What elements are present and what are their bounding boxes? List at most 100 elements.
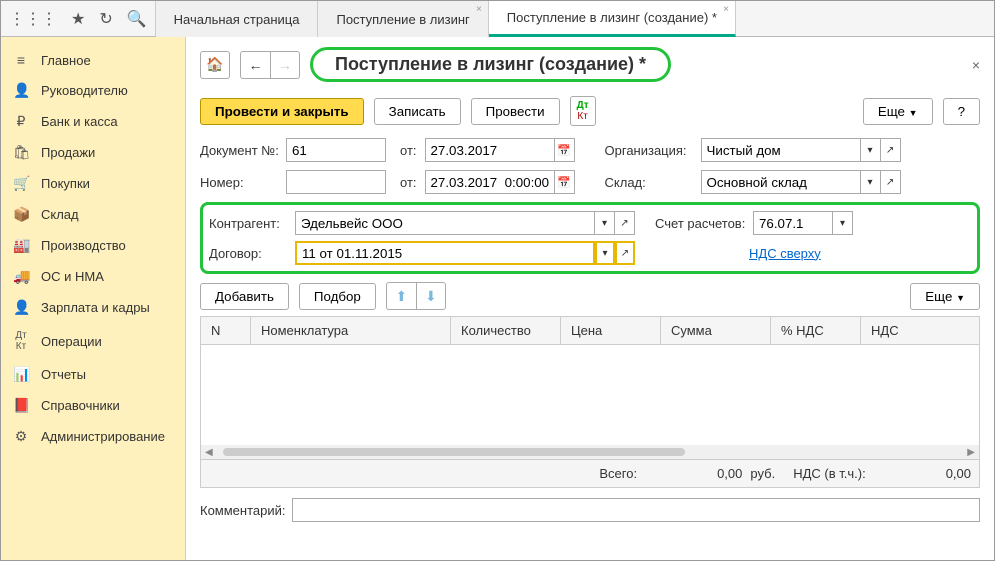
chevron-down-icon[interactable]: ▾ [833, 211, 853, 235]
open-icon[interactable]: ↗ [615, 211, 635, 235]
sidebar-item-label: Производство [41, 238, 126, 253]
forward-button[interactable]: → [270, 51, 300, 79]
more-label: Еще [878, 104, 905, 119]
close-icon[interactable]: × [476, 4, 482, 15]
search-icon[interactable]: 🔍 [127, 9, 147, 29]
contract-input[interactable] [295, 241, 595, 265]
warehouse-input[interactable] [701, 170, 861, 194]
sidebar-item-sales[interactable]: 🛍Продажи [1, 137, 185, 168]
chevron-down-icon[interactable]: ▾ [861, 138, 881, 162]
sidebar-item-label: Зарплата и кадры [41, 300, 150, 315]
tabs: Начальная страница Поступление в лизинг ×… [156, 1, 736, 36]
counterparty-input[interactable] [295, 211, 595, 235]
chevron-down-icon: ▼ [956, 293, 965, 303]
add-row-button[interactable]: Добавить [200, 283, 289, 310]
scroll-left-icon[interactable]: ◀ [205, 447, 213, 458]
currency-label: руб. [750, 466, 775, 481]
tab-leasing-list[interactable]: Поступление в лизинг × [318, 1, 488, 37]
open-icon[interactable]: ↗ [615, 241, 635, 265]
apps-icon[interactable]: ⋮⋮⋮ [9, 9, 57, 29]
table-more-button[interactable]: Еще ▼ [910, 283, 980, 310]
help-button[interactable]: ? [943, 98, 980, 125]
dtk-icon: ДтКт [13, 330, 29, 352]
move-up-button[interactable]: ⬆ [386, 282, 416, 310]
open-icon[interactable]: ↗ [881, 138, 901, 162]
from-label: от: [400, 143, 417, 158]
tab-label: Поступление в лизинг (создание) * [507, 10, 717, 25]
close-icon[interactable]: × [972, 57, 980, 73]
move-down-button[interactable]: ⬇ [416, 282, 446, 310]
scroll-right-icon[interactable]: ▶ [967, 447, 975, 458]
home-button[interactable]: 🏠 [200, 51, 230, 79]
tab-home[interactable]: Начальная страница [156, 1, 319, 37]
pick-button[interactable]: Подбор [299, 283, 376, 310]
bag-icon: 🛍 [13, 144, 29, 161]
back-button[interactable]: ← [240, 51, 270, 79]
more-label: Еще [925, 289, 952, 304]
sidebar-item-hr[interactable]: 👤Зарплата и кадры [1, 292, 185, 323]
sidebar-item-production[interactable]: 🏭 Производство [1, 230, 185, 261]
close-icon[interactable]: × [723, 4, 729, 15]
sidebar-item-reports[interactable]: 📊Отчеты [1, 359, 185, 390]
document-form: 🏠 ← → Поступление в лизинг (создание) * … [186, 37, 994, 560]
tab-leasing-create[interactable]: Поступление в лизинг (создание) * × [489, 1, 736, 37]
post-and-close-button[interactable]: Провести и закрыть [200, 98, 364, 125]
chevron-down-icon[interactable]: ▾ [595, 211, 615, 235]
sidebar-item-manager[interactable]: 👤Руководителю [1, 75, 185, 106]
chevron-down-icon[interactable]: ▾ [861, 170, 881, 194]
col-price: Цена [561, 317, 661, 344]
topbar: ⋮⋮⋮ ★ ↻ 🔍 Начальная страница Поступление… [1, 1, 994, 37]
star-icon[interactable]: ★ [71, 9, 85, 29]
horizontal-scrollbar[interactable]: ◀ ▶ [201, 445, 979, 459]
sidebar-item-label: Склад [41, 207, 79, 222]
vat-mode-link[interactable]: НДС сверху [749, 246, 821, 261]
org-input[interactable] [701, 138, 861, 162]
book-icon: 📕 [13, 397, 29, 414]
total-value: 0,00 [717, 466, 742, 481]
sidebar-item-bank[interactable]: ₽Банк и касса [1, 106, 185, 137]
number-input[interactable] [286, 170, 386, 194]
sidebar-item-label: Покупки [41, 176, 90, 191]
doc-num-input[interactable] [286, 138, 386, 162]
account-input[interactable] [753, 211, 833, 235]
sidebar-item-catalogs[interactable]: 📕Справочники [1, 390, 185, 421]
col-nomenclature: Номенклатура [251, 317, 451, 344]
sidebar-item-label: Администрирование [41, 429, 165, 444]
menu-icon: ≡ [13, 52, 29, 68]
calendar-icon[interactable] [555, 170, 575, 194]
sidebar-item-admin[interactable]: ⚙Администрирование [1, 421, 185, 452]
sidebar-item-label: ОС и НМА [41, 269, 104, 284]
col-sum: Сумма [661, 317, 771, 344]
chevron-down-icon[interactable]: ▾ [595, 241, 615, 265]
write-button[interactable]: Записать [374, 98, 461, 125]
box-icon: 📦 [13, 206, 29, 223]
scrollbar-thumb[interactable] [223, 448, 685, 456]
totals-row: Всего: 0,00 руб. НДС (в т.ч.): 0,00 [201, 459, 979, 487]
dt-kt-button[interactable]: ДтКт [570, 96, 596, 126]
contract-label: Договор: [209, 246, 289, 261]
post-button[interactable]: Провести [471, 98, 560, 125]
sidebar-item-purchases[interactable]: 🛒 Покупки [1, 168, 185, 199]
more-button[interactable]: Еще ▼ [863, 98, 933, 125]
truck-icon: 🚚 [13, 268, 29, 285]
calendar-icon[interactable] [555, 138, 575, 162]
from-label-2: от: [400, 175, 417, 190]
open-icon[interactable]: ↗ [881, 170, 901, 194]
history-icon[interactable]: ↻ [99, 9, 112, 29]
ruble-icon: ₽ [13, 113, 29, 130]
topbar-quick-icons: ⋮⋮⋮ ★ ↻ 🔍 [1, 1, 156, 36]
tab-label: Поступление в лизинг [336, 12, 469, 27]
total-label: Всего: [599, 466, 637, 481]
date-input[interactable] [425, 138, 555, 162]
sidebar-item-operations[interactable]: ДтКтОперации [1, 323, 185, 359]
comment-input[interactable] [292, 498, 981, 522]
sidebar-item-main[interactable]: ≡Главное [1, 45, 185, 75]
factory-icon: 🏭 [13, 237, 29, 254]
org-label: Организация: [605, 143, 695, 158]
cart-icon: 🛒 [13, 175, 29, 192]
sidebar-item-warehouse[interactable]: 📦 Склад [1, 199, 185, 230]
account-label: Счет расчетов: [655, 216, 747, 231]
table-body[interactable] [201, 345, 979, 445]
datetime-input[interactable] [425, 170, 555, 194]
sidebar-item-assets[interactable]: 🚚 ОС и НМА [1, 261, 185, 292]
